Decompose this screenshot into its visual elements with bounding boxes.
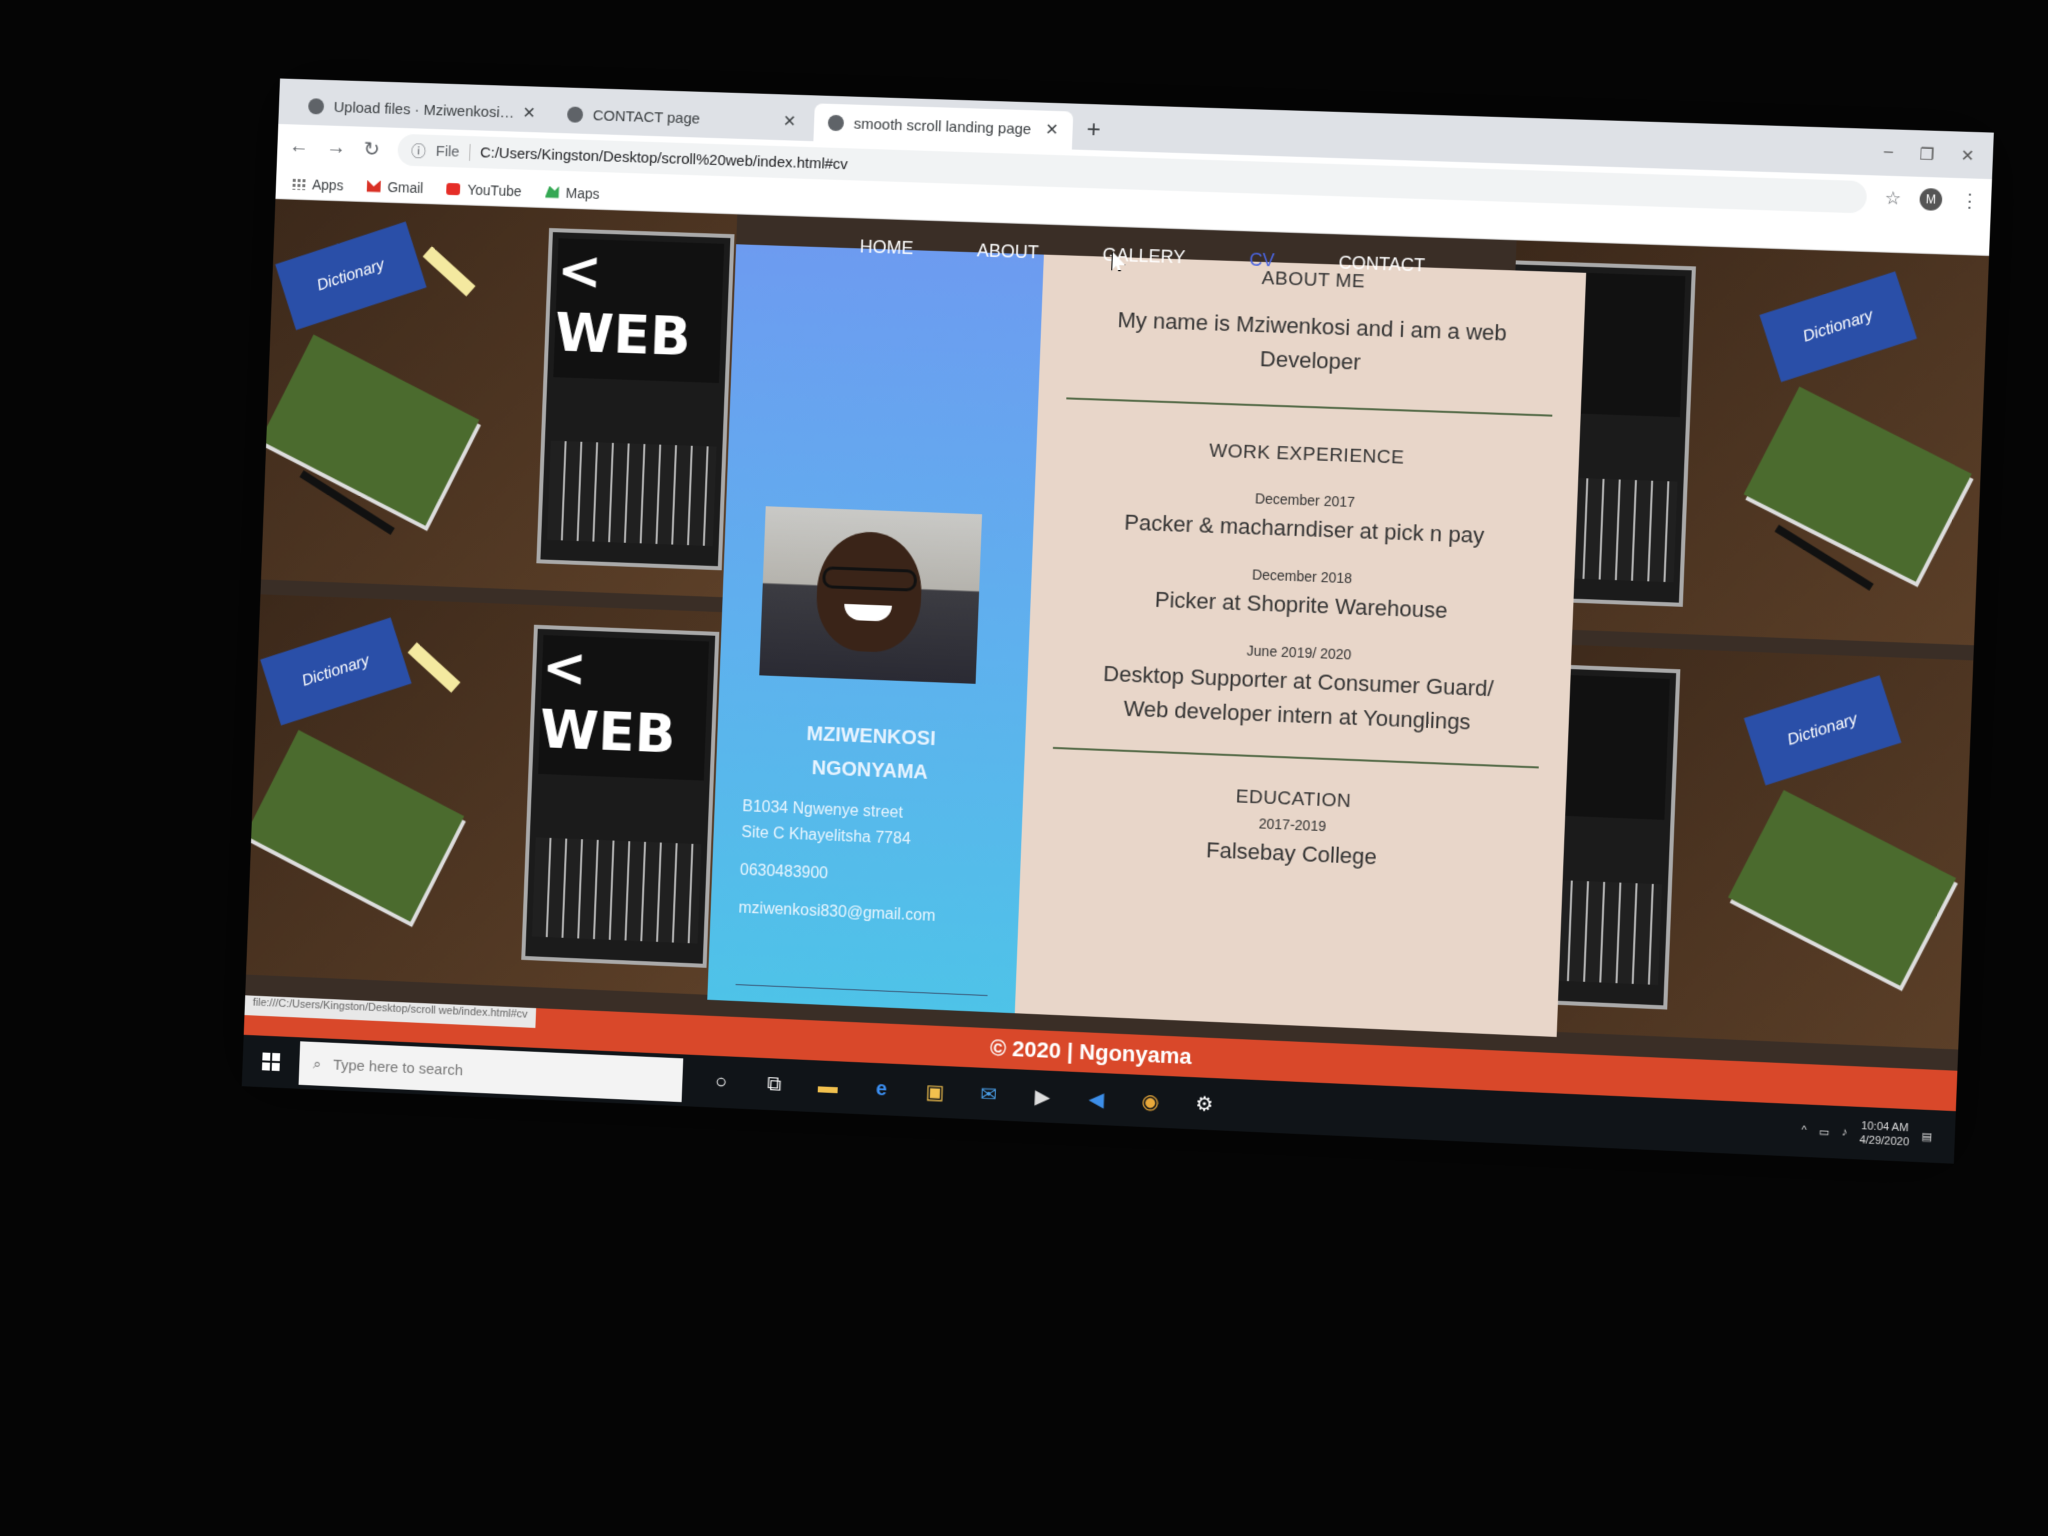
maps-icon: [545, 186, 559, 198]
cortana-icon[interactable]: ○: [708, 1068, 735, 1095]
globe-icon: [827, 114, 845, 132]
globe-icon: [566, 106, 584, 123]
nav-about[interactable]: ABOUT: [976, 230, 1040, 278]
reload-icon[interactable]: ↻: [363, 136, 380, 161]
sidebar-divider: [735, 984, 988, 997]
work-section: WORK EXPERIENCE December 2017 Packer & m…: [1026, 434, 1579, 743]
notebook-image: [261, 334, 480, 526]
clock-date: 4/29/2020: [1859, 1134, 1910, 1149]
laptop-image: < WEB: [536, 228, 735, 571]
store-icon[interactable]: ▣: [922, 1078, 949, 1105]
face-image: [814, 530, 924, 654]
bookmark-youtube[interactable]: YouTube: [446, 180, 522, 199]
profile-avatar[interactable]: M: [1919, 187, 1943, 211]
search-placeholder: Type here to search: [332, 1056, 464, 1079]
address-line-2: Site C Khayelitsha 7784: [741, 824, 911, 848]
chrome-icon[interactable]: ◉: [1137, 1088, 1164, 1115]
url-text[interactable]: C:/Users/Kingston/Desktop/scroll%20web/i…: [480, 144, 848, 173]
background-tile: Dictionary < WEB: [246, 594, 723, 995]
url-scheme: File: [435, 142, 471, 161]
nav-home[interactable]: HOME: [859, 226, 914, 274]
laptop-image: < WEB: [521, 624, 720, 968]
cv-sidebar: MZIWENKOSI NGONYAMA B1034 Ngwenye street…: [707, 244, 1044, 1014]
windows-logo-icon: [261, 1052, 281, 1072]
page-viewport[interactable]: Dictionary < WEB Dictionary < WEB > Dict…: [245, 199, 1990, 1071]
phone-number: 0630483900: [739, 861, 829, 883]
clock[interactable]: 10:04 AM 4/29/2020: [1859, 1119, 1910, 1150]
bookmark-star-icon[interactable]: ☆: [1884, 187, 1901, 209]
work-title: WORK EXPERIENCE: [1208, 440, 1405, 469]
job-item: December 2018 Picker at Shoprite Warehou…: [1030, 558, 1574, 633]
close-window-icon[interactable]: ✕: [1960, 146, 1974, 167]
restore-icon[interactable]: ❐: [1919, 144, 1934, 165]
notebook-image: [246, 729, 465, 922]
contact-info: B1034 Ngwenye street Site C Khayelitsha …: [738, 794, 1005, 944]
bookmark-label: Maps: [565, 184, 600, 202]
close-tab-icon[interactable]: ✕: [783, 111, 797, 131]
apps-grid-icon: [291, 177, 306, 190]
bookmark-label: YouTube: [467, 181, 522, 199]
keyboard-image: [547, 440, 717, 547]
notifications-icon[interactable]: ▤: [1921, 1129, 1932, 1143]
section-divider: [1052, 746, 1539, 769]
footer-copyright: © 2020 | Ngonyama: [989, 1035, 1193, 1070]
email-address[interactable]: mziwenkosi830@gmail.com: [738, 896, 1001, 933]
nav-contact[interactable]: CONTACT: [1338, 242, 1426, 291]
tab-label: Upload files · Mziwenkosi/march: [333, 98, 517, 122]
menu-kebab-icon[interactable]: ⋮: [1960, 190, 1979, 212]
bookmark-label: Apps: [311, 176, 344, 193]
bookmark-label: Gmail: [387, 178, 424, 196]
chevron-up-icon[interactable]: ^: [1801, 1124, 1807, 1136]
notebook-image: [1743, 386, 1972, 582]
close-tab-icon[interactable]: ✕: [522, 103, 536, 123]
volume-icon[interactable]: ♪: [1842, 1126, 1848, 1138]
close-tab-icon[interactable]: ✕: [1045, 120, 1059, 140]
vscode-icon[interactable]: ◀: [1083, 1085, 1110, 1112]
start-button[interactable]: [242, 1052, 299, 1072]
dictionary-book: Dictionary: [260, 617, 412, 726]
back-arrow-icon[interactable]: ←: [289, 135, 309, 158]
nav-cv[interactable]: CV: [1248, 239, 1275, 286]
job-item: December 2017 Packer & macharndiser at p…: [1033, 482, 1577, 556]
tab-label: CONTACT page: [592, 106, 701, 128]
job-item: June 2019/ 2020 Desktop Supporter at Con…: [1026, 634, 1571, 743]
search-icon: ⌕: [312, 1055, 322, 1073]
task-view-icon[interactable]: ⧉: [761, 1071, 788, 1098]
glasses-image: [822, 566, 918, 592]
window-controls: – ❐ ✕: [1865, 143, 1994, 179]
about-text: My name is Mziwenkosi and i am a web Dev…: [1040, 301, 1585, 388]
gmail-icon: [367, 180, 381, 192]
media-player-icon[interactable]: ▶: [1029, 1083, 1056, 1110]
cv-card: MZIWENKOSI NGONYAMA B1034 Ngwenye street…: [707, 244, 1587, 1037]
bookmark-apps[interactable]: Apps: [291, 175, 344, 193]
github-icon: [308, 98, 325, 115]
bookmark-maps[interactable]: Maps: [545, 184, 600, 202]
edge-icon[interactable]: e: [868, 1076, 895, 1103]
bookmark-gmail[interactable]: Gmail: [367, 178, 424, 196]
address: B1034 Ngwenye street Site C Khayelitsha …: [741, 794, 1005, 857]
cv-full-name: MZIWENKOSI NGONYAMA: [716, 714, 1026, 794]
forward-arrow-icon[interactable]: →: [326, 136, 346, 159]
system-tray: ^ ▭ ♪ 10:04 AM 4/29/2020 ▤: [1801, 1116, 1955, 1151]
profile-photo: [759, 506, 983, 684]
web-text: < WEB: [538, 635, 710, 781]
notebook-image: [1727, 789, 1957, 986]
marker-image: [407, 642, 461, 693]
file-explorer-icon[interactable]: ▬: [814, 1073, 841, 1100]
youtube-icon: [446, 182, 461, 195]
settings-gear-icon[interactable]: ⚙: [1191, 1090, 1218, 1117]
network-icon[interactable]: ▭: [1819, 1125, 1830, 1139]
address-line-1: B1034 Ngwenye street: [742, 798, 904, 822]
keyboard-image: [531, 837, 702, 944]
new-tab-button[interactable]: +: [1076, 116, 1111, 151]
dictionary-book: Dictionary: [1743, 675, 1902, 786]
mail-icon[interactable]: ✉: [975, 1080, 1002, 1107]
section-divider: [1066, 397, 1553, 417]
minimize-icon[interactable]: –: [1884, 143, 1894, 163]
info-icon[interactable]: ⓘ: [411, 140, 427, 161]
tab-label: smooth scroll landing page: [853, 115, 1032, 138]
laptop-screen: Upload files · Mziwenkosi/march ✕ CONTAC…: [241, 78, 1994, 1164]
cv-main: ABOUT ME My name is Mziwenkosi and i am …: [1014, 254, 1587, 1037]
education-section: EDUCATION 2017-2019 Falsebay College: [1021, 778, 1566, 882]
